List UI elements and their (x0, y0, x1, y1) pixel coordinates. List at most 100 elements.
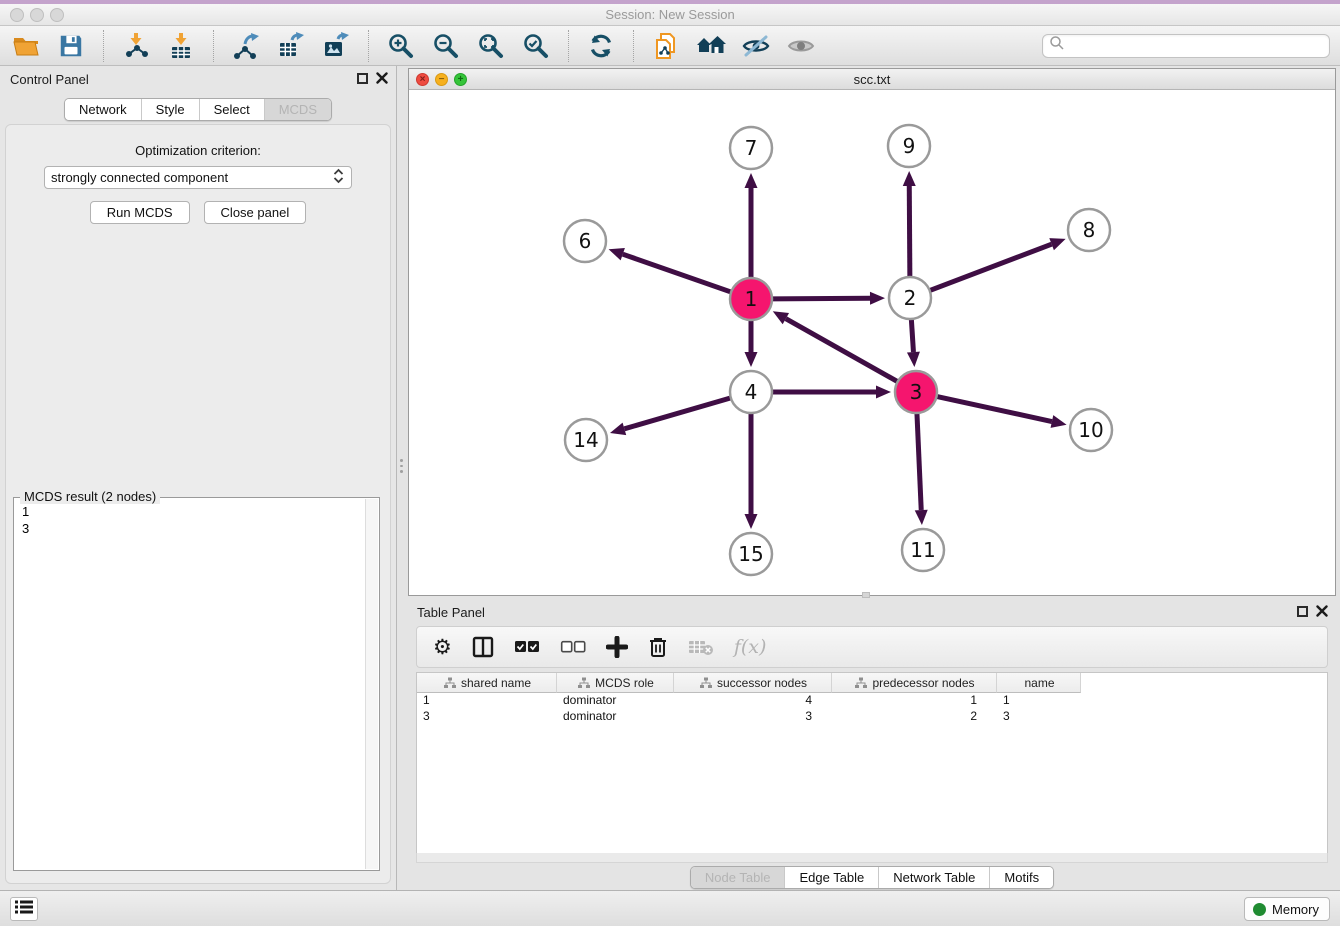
refresh-button[interactable] (585, 30, 617, 62)
run-mcds-button[interactable]: Run MCDS (90, 201, 190, 224)
toolbar-separator (368, 30, 369, 62)
tab-select[interactable]: Select (199, 99, 264, 120)
zoom-in-button[interactable] (385, 30, 417, 62)
tab-network-table[interactable]: Network Table (878, 867, 989, 888)
graph-edge-3-10[interactable] (937, 396, 1067, 427)
graph-node-10[interactable]: 10 (1070, 409, 1112, 451)
show-all-button[interactable] (785, 30, 817, 62)
graph-edge-4-3[interactable] (772, 386, 891, 399)
search-field[interactable] (1042, 34, 1330, 58)
graph-node-6[interactable]: 6 (564, 220, 606, 262)
float-panel-icon[interactable] (357, 73, 368, 84)
graph-node-2[interactable]: 2 (889, 277, 931, 319)
save-session-button[interactable] (55, 30, 87, 62)
vertical-splitter[interactable] (399, 459, 404, 473)
node-table: shared name MCDS role successor nodes pr… (416, 672, 1328, 854)
table-toolbar: ⚙ f(x) (416, 626, 1328, 668)
export-network-icon (232, 32, 260, 60)
column-header-name[interactable]: name (997, 673, 1081, 693)
float-table-panel-icon[interactable] (1297, 606, 1308, 617)
graph-edge-2-9[interactable] (903, 171, 916, 277)
houses-icon (696, 32, 726, 60)
result-scrollbar[interactable] (365, 499, 378, 869)
zoom-out-button[interactable] (430, 30, 462, 62)
task-history-button[interactable] (10, 897, 38, 921)
network-from-selection-button[interactable] (650, 30, 682, 62)
import-table-button[interactable] (165, 30, 197, 62)
cell-shared-name[interactable]: 3 (417, 709, 557, 725)
network-window-titlebar[interactable]: × − + scc.txt (409, 69, 1335, 90)
tab-node-table[interactable]: Node Table (691, 867, 785, 888)
graph-node-4[interactable]: 4 (730, 371, 772, 413)
search-input[interactable] (1065, 38, 1323, 54)
settings-gear-icon[interactable]: ⚙ (433, 635, 452, 660)
tab-edge-table[interactable]: Edge Table (784, 867, 878, 888)
export-table-button[interactable] (275, 30, 307, 62)
column-header-shared-name[interactable]: shared name (417, 673, 557, 693)
export-network-button[interactable] (230, 30, 262, 62)
optimization-criterion-select[interactable]: strongly connected component (44, 166, 352, 189)
zoom-fit-button[interactable] (475, 30, 507, 62)
column-header-mcds-role[interactable]: MCDS role (557, 673, 674, 693)
hide-selected-button[interactable] (740, 30, 772, 62)
optimization-criterion-label: Optimization criterion: (6, 143, 390, 158)
memory-button[interactable]: Memory (1244, 897, 1330, 921)
split-columns-icon[interactable] (472, 636, 494, 658)
cell-shared-name[interactable]: 1 (417, 693, 557, 709)
graph-edge-2-3[interactable] (907, 319, 920, 367)
zoom-fit-icon (477, 32, 505, 60)
graph-edge-1-4[interactable] (745, 320, 758, 367)
cell-name[interactable]: 1 (997, 693, 1081, 709)
table-row[interactable]: 3 dominator 3 2 3 (417, 709, 1327, 725)
graph-node-8[interactable]: 8 (1068, 209, 1110, 251)
cell-successor-nodes[interactable]: 3 (674, 709, 832, 725)
first-neighbors-button[interactable] (695, 30, 727, 62)
deselect-all-checkboxes-icon[interactable] (560, 640, 586, 654)
network-window-title: scc.txt (409, 72, 1335, 87)
cell-predecessor-nodes[interactable]: 1 (832, 693, 997, 709)
import-table-icon (167, 32, 195, 60)
cell-mcds-role[interactable]: dominator (557, 693, 674, 709)
column-header-predecessor-nodes[interactable]: predecessor nodes (832, 673, 997, 693)
close-panel-button[interactable]: Close panel (204, 201, 307, 224)
delete-column-icon[interactable] (648, 636, 668, 658)
import-network-button[interactable] (120, 30, 152, 62)
graph-edge-4-14[interactable] (610, 398, 731, 435)
tab-style[interactable]: Style (141, 99, 199, 120)
export-image-button[interactable] (320, 30, 352, 62)
graph-edge-1-7[interactable] (745, 173, 758, 278)
tab-mcds[interactable]: MCDS (264, 99, 331, 120)
tab-motifs[interactable]: Motifs (989, 867, 1053, 888)
zoom-selected-icon (522, 32, 550, 60)
table-row[interactable]: 1 dominator 4 1 1 (417, 693, 1327, 709)
graph-edge-1-2[interactable] (772, 292, 885, 305)
column-header-successor-nodes[interactable]: successor nodes (674, 673, 832, 693)
add-column-icon[interactable] (606, 636, 628, 658)
cell-predecessor-nodes[interactable]: 2 (832, 709, 997, 725)
graph-node-1[interactable]: 1 (730, 278, 772, 320)
close-table-panel-icon[interactable] (1316, 605, 1328, 617)
graph-edge-3-1[interactable] (773, 311, 898, 381)
graph-edge-4-15[interactable] (745, 413, 758, 529)
cell-name[interactable]: 3 (997, 709, 1081, 725)
network-canvas[interactable]: 7 9 6 8 1 2 4 3 14 10 15 11 (409, 90, 1335, 595)
graph-node-9[interactable]: 9 (888, 125, 930, 167)
graph-edge-3-11[interactable] (915, 413, 928, 525)
graph-node-7[interactable]: 7 (730, 127, 772, 169)
graph-node-15[interactable]: 15 (730, 533, 772, 575)
zoom-selected-button[interactable] (520, 30, 552, 62)
horizontal-splitter[interactable] (862, 592, 870, 598)
table-horizontal-scrollbar[interactable] (416, 853, 1328, 863)
tab-network[interactable]: Network (65, 99, 141, 120)
graph-node-3[interactable]: 3 (895, 371, 937, 413)
mcds-result-text[interactable]: 1 3 (14, 501, 365, 870)
cell-successor-nodes[interactable]: 4 (674, 693, 832, 709)
graph-edge-2-8[interactable] (930, 238, 1066, 290)
select-all-checkboxes-icon[interactable] (514, 640, 540, 654)
graph-node-14[interactable]: 14 (565, 419, 607, 461)
graph-node-11[interactable]: 11 (902, 529, 944, 571)
close-panel-icon[interactable] (376, 72, 388, 84)
open-session-button[interactable] (10, 30, 42, 62)
graph-edge-1-6[interactable] (609, 248, 732, 292)
cell-mcds-role[interactable]: dominator (557, 709, 674, 725)
